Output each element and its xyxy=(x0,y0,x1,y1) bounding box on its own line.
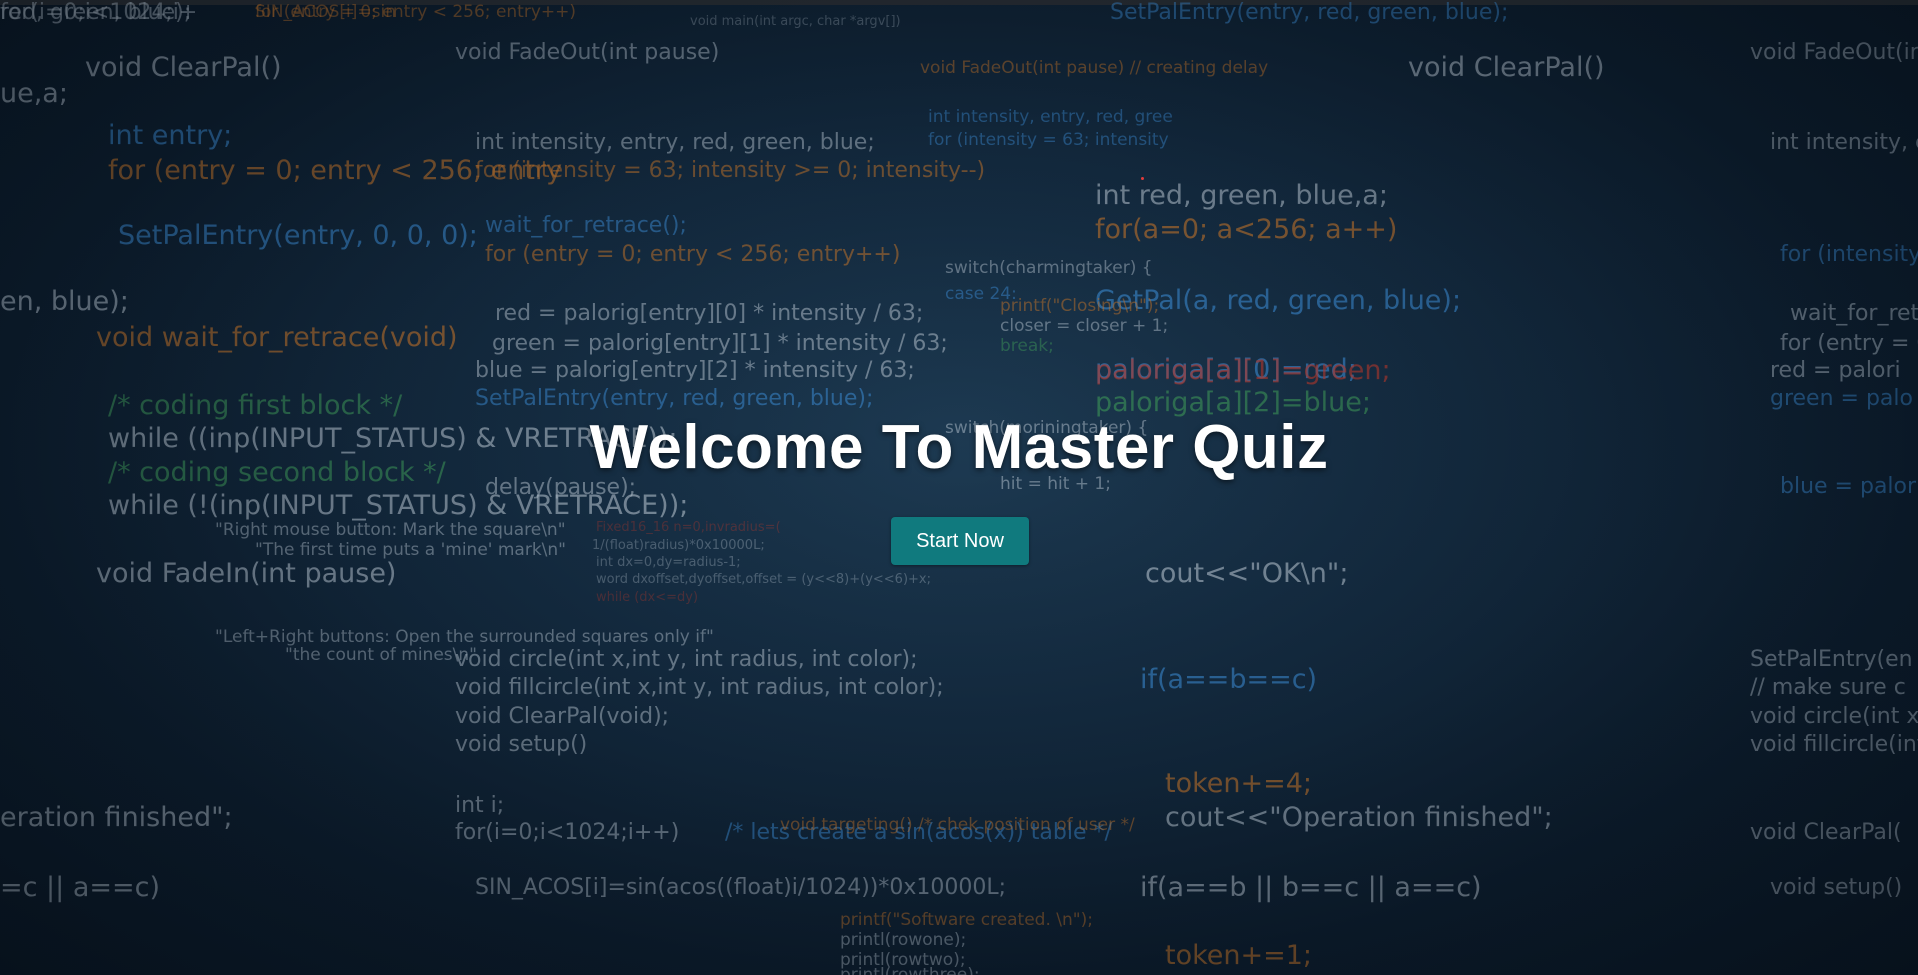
hero-section: Welcome To Master Quiz Start Now xyxy=(0,0,1918,975)
hero-title: Welcome To Master Quiz xyxy=(589,413,1329,482)
start-now-button[interactable]: Start Now xyxy=(891,517,1029,565)
landing-page: red, green, blue); for (entry = 0; entry … xyxy=(0,0,1918,975)
